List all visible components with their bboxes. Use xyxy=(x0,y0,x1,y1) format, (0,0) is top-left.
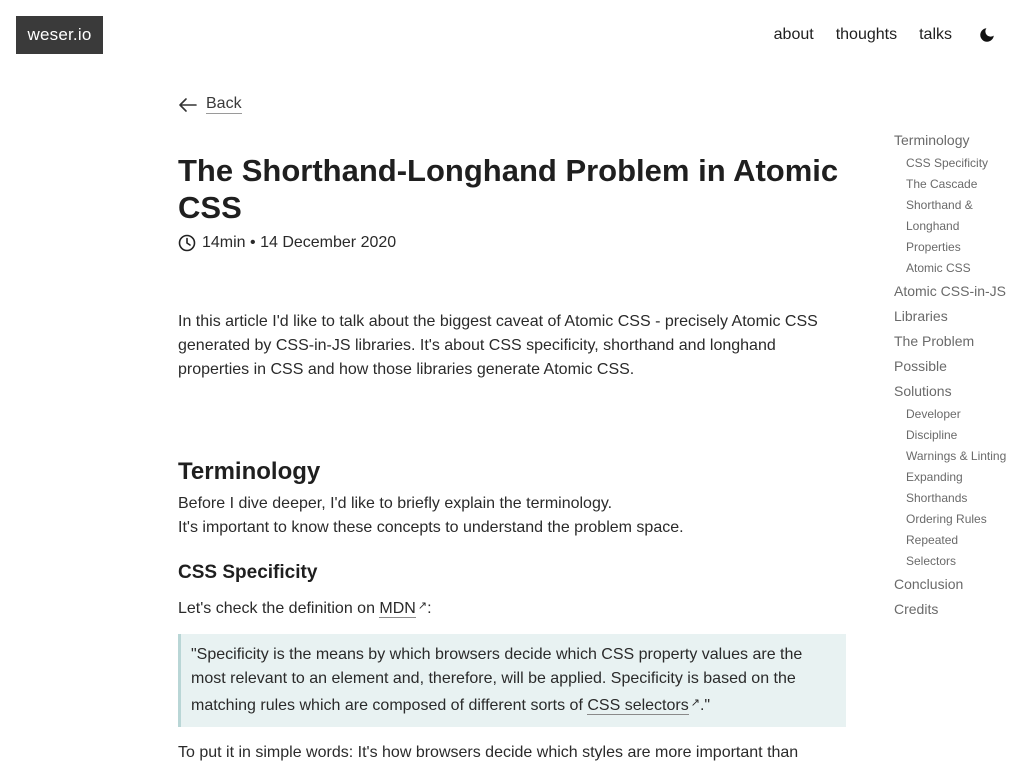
toc-libraries[interactable]: Libraries xyxy=(894,304,1024,329)
toc-atomic-css-in-js[interactable]: Atomic CSS-in-JS xyxy=(894,279,1024,304)
mdn-paragraph: Let's check the definition on MDN ↗: xyxy=(178,594,846,621)
toc-developer[interactable]: Developer xyxy=(894,404,1024,425)
mdn-prefix: Let's check the definition on xyxy=(178,600,380,617)
specificity-explanation: To put it in simple words: It's how brow… xyxy=(178,744,799,761)
toc-css-specificity[interactable]: CSS Specificity xyxy=(894,153,1024,174)
toc-expanding[interactable]: Expanding xyxy=(894,467,1024,488)
quote-text: "Specificity is the means by which brows… xyxy=(191,646,803,714)
toc-shorthand-longhand-3[interactable]: Properties xyxy=(894,237,1024,258)
moon-icon[interactable] xyxy=(976,24,998,46)
external-link-icon: ↗ xyxy=(417,600,428,612)
toc-the-cascade[interactable]: The Cascade xyxy=(894,174,1024,195)
toc-terminology[interactable]: Terminology xyxy=(894,128,1024,153)
heading-terminology: Terminology xyxy=(178,458,321,485)
top-nav: about thoughts talks xyxy=(774,24,998,46)
toc-solutions[interactable]: Solutions xyxy=(894,379,1024,404)
css-selectors-link[interactable]: CSS selectors xyxy=(587,697,689,715)
heading-css-specificity: CSS Specificity xyxy=(178,562,318,583)
meta-text: 14min • 14 December 2020 xyxy=(202,234,397,251)
quote-end: ." xyxy=(699,697,711,714)
toc-shorthand-longhand-2[interactable]: Longhand xyxy=(894,216,1024,237)
back-link[interactable]: Back xyxy=(178,95,846,114)
mdn-link[interactable]: MDN xyxy=(379,600,416,618)
nav-talks[interactable]: talks xyxy=(919,26,952,44)
toc-ordering-rules[interactable]: Ordering Rules xyxy=(894,509,1024,530)
toc-conclusion[interactable]: Conclusion xyxy=(894,572,1024,597)
toc-credits[interactable]: Credits xyxy=(894,597,1024,622)
toc-warnings-linting[interactable]: Warnings & Linting xyxy=(894,446,1024,467)
toc-possible[interactable]: Possible xyxy=(894,354,1024,379)
intro-paragraph: In this article I'd like to talk about t… xyxy=(178,313,818,378)
toc-shorthands[interactable]: Shorthands xyxy=(894,488,1024,509)
mdn-suffix: : xyxy=(427,600,432,617)
toc-atomic-css[interactable]: Atomic CSS xyxy=(894,258,1024,279)
toc-the-problem[interactable]: The Problem xyxy=(894,329,1024,354)
table-of-contents: Terminology CSS Specificity The Cascade … xyxy=(894,128,1024,622)
arrow-left-icon xyxy=(179,97,197,112)
back-label: Back xyxy=(206,95,242,114)
specificity-quote: "Specificity is the means by which brows… xyxy=(178,634,846,727)
clock-icon xyxy=(178,234,196,252)
external-link-icon: ↗ xyxy=(690,697,700,709)
article-meta: 14min • 14 December 2020 xyxy=(178,234,846,252)
toc-shorthand-longhand-1[interactable]: Shorthand & xyxy=(894,195,1024,216)
toc-selectors[interactable]: Selectors xyxy=(894,551,1024,572)
toc-discipline[interactable]: Discipline xyxy=(894,425,1024,446)
article-title: The Shorthand-Longhand Problem in Atomic… xyxy=(178,153,839,225)
terminology-paragraph-2: It's important to know these concepts to… xyxy=(178,519,684,536)
terminology-paragraph-1: Before I dive deeper, I'd like to briefl… xyxy=(178,495,613,512)
site-logo[interactable]: weser.io xyxy=(16,16,103,54)
article: Back The Shorthand-Longhand Problem in A… xyxy=(178,92,846,765)
toc-repeated[interactable]: Repeated xyxy=(894,530,1024,551)
nav-thoughts[interactable]: thoughts xyxy=(836,26,897,44)
nav-about[interactable]: about xyxy=(774,26,814,44)
